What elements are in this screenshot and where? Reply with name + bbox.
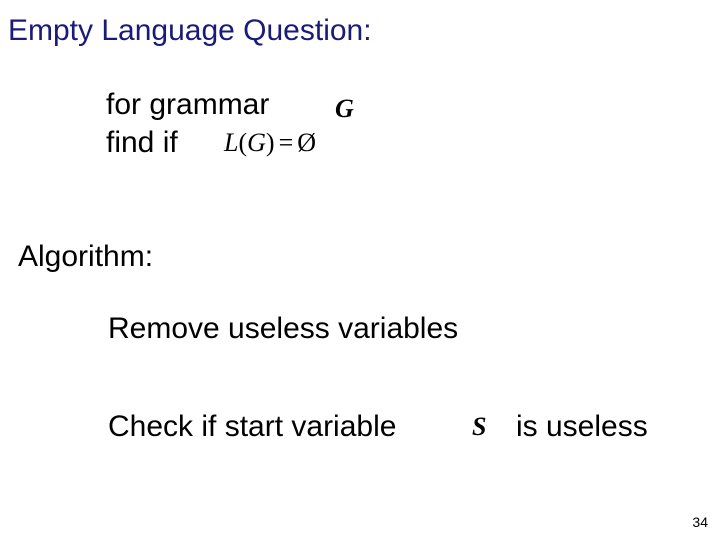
slide-title: Empty Language Question: <box>8 14 372 48</box>
text-for-grammar: for grammar <box>106 88 269 122</box>
formula-paren-close: ) <box>266 128 275 157</box>
algorithm-label: Algorithm: <box>18 240 153 274</box>
step-check-start-a: Check if start variable <box>108 410 396 444</box>
formula-L: L <box>224 128 238 157</box>
step-check-start-b: is useless <box>516 410 648 444</box>
formula-emptyset: Ø <box>297 128 316 157</box>
text-find-if: find if <box>106 126 178 160</box>
symbol-S: S <box>472 412 486 442</box>
page-number: 34 <box>692 514 708 530</box>
slide: Empty Language Question: for grammar fin… <box>0 0 720 540</box>
formula-G: G <box>247 128 266 157</box>
step-remove-useless: Remove useless variables <box>108 312 458 346</box>
symbol-G: G <box>335 94 354 124</box>
formula-eq: = <box>275 128 298 157</box>
formula-LG-equals-empty: L(G)=Ø <box>224 128 316 158</box>
formula-paren-open: ( <box>238 128 247 157</box>
